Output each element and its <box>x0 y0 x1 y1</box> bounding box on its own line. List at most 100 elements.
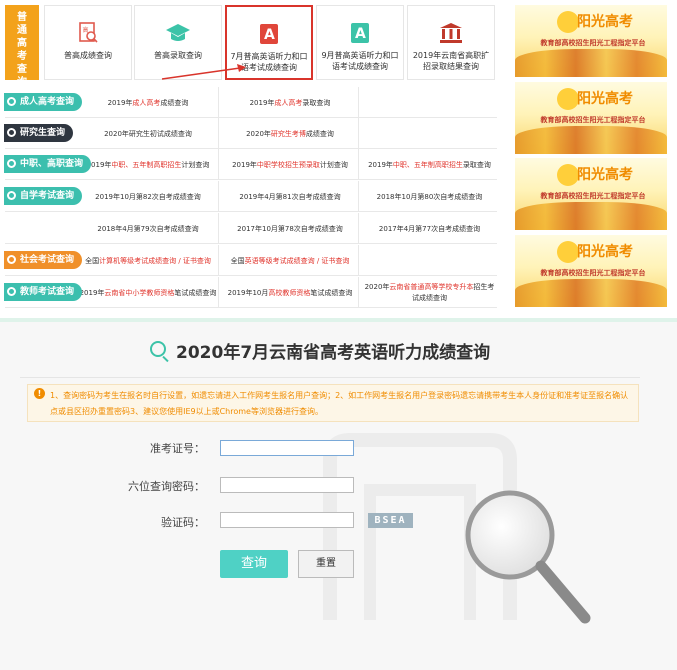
link-text-hl: 成人高考 <box>274 99 303 107</box>
query-link[interactable]: 2019年中职学校招生预录取计划查询 <box>222 160 358 170</box>
sun-icon <box>557 11 579 33</box>
query-link[interactable]: 2019年中职、五年制高职招生录取查询 <box>362 160 497 170</box>
category-main-label: 普通高考查询 <box>5 5 39 88</box>
link-text-pre: 2019年 <box>249 99 275 107</box>
notice-box: ! 1、查询密码为考生在报名时自行设置，如遗忘请进入工作网考生报名用户查询；2、… <box>27 384 639 422</box>
banner-subtitle: 教育部高校招生阳光工程指定平台 <box>540 116 646 124</box>
query-link[interactable]: 2018年4月第79次自考成绩查询 <box>78 224 218 234</box>
query-link[interactable]: 2020年研究生初试成绩查询 <box>78 129 218 139</box>
column-divider <box>358 277 359 308</box>
banner-title: 阳光高考 <box>577 14 633 30</box>
svg-text:A: A <box>355 26 366 42</box>
column-divider <box>218 245 219 276</box>
column-divider <box>358 149 359 180</box>
column-divider <box>218 87 219 118</box>
link-text-hl: 中职学校招生预录取 <box>256 161 320 169</box>
link-text-pre: 2019年10月 <box>227 289 269 297</box>
link-text-post: 录取查询 <box>462 161 491 169</box>
link-text-pre: 2019年4月第81次自考成绩查询 <box>239 193 341 201</box>
link-text-post: 笔试成绩查询 <box>310 289 353 297</box>
page-title: 2020年7月云南省高考英语听力成绩查询 <box>176 343 491 363</box>
column-divider <box>358 213 359 244</box>
column-divider <box>218 213 219 244</box>
link-text-pre: 2018年4月第79次自考成绩查询 <box>97 225 199 233</box>
sunshine-gaokao-banner[interactable]: 阳光高考 教育部高校招生阳光工程指定平台 <box>515 235 667 307</box>
tab-grade-query[interactable]: 高 普高成绩查询 <box>44 5 132 80</box>
category-label-2: 中职、高职查询 <box>4 155 91 173</box>
category-label-text: 自学考试查询 <box>20 191 75 201</box>
column-divider <box>218 277 219 308</box>
link-text-hl: 云南省中小学教师资格 <box>104 289 175 297</box>
leaves-decoration <box>515 126 667 154</box>
link-text-hl: 中职、五年制高职招生 <box>111 161 182 169</box>
query-link[interactable]: 全国计算机等级考试成绩查询 / 证书查询 <box>78 256 218 266</box>
link-text-pre: 2020年研究生初试成绩查询 <box>104 130 192 138</box>
sunshine-gaokao-banner[interactable]: 阳光高考 教育部高校招生阳光工程指定平台 <box>515 5 667 77</box>
tab-vocational-expansion-query[interactable]: 2019年云南省高职扩招录取结果查询 <box>407 5 495 80</box>
query-link[interactable]: 2020年云南省普通高等学校专升本招生考试成绩查询 <box>362 282 497 304</box>
query-link[interactable]: 2019年10月第82次自考成绩查询 <box>78 192 218 202</box>
link-text-post: 笔试成绩查询 <box>174 289 217 297</box>
query-link[interactable]: 2018年10月第80次自考成绩查询 <box>362 192 497 202</box>
link-text-pre: 2018年10月第80次自考成绩查询 <box>376 193 483 201</box>
query-link[interactable]: 2017年10月第78次自考成绩查询 <box>222 224 358 234</box>
column-divider <box>358 118 359 149</box>
sun-icon <box>557 164 579 186</box>
warning-icon: ! <box>34 388 45 399</box>
link-text-pre: 2019年 <box>368 161 393 169</box>
sunshine-gaokao-banner[interactable]: 阳光高考 教育部高校招生阳光工程指定平台 <box>515 158 667 230</box>
link-text-pre: 2020年 <box>246 130 271 138</box>
link-text-pre: 2019年 <box>79 289 105 297</box>
password-input[interactable] <box>220 477 354 493</box>
svg-text:高: 高 <box>83 26 89 34</box>
exam-number-input[interactable] <box>220 440 354 456</box>
link-text-post: 录取查询 <box>302 99 331 107</box>
leaves-decoration <box>515 49 667 77</box>
query-link[interactable]: 全国英语等级考试成绩查询 / 证书查询 <box>222 256 358 266</box>
query-link[interactable]: 2019年4月第81次自考成绩查询 <box>222 192 358 202</box>
institution-icon <box>438 20 464 46</box>
link-text-pre: 全国 <box>230 257 245 265</box>
category-label-text: 中职、高职查询 <box>20 159 84 169</box>
reset-button[interactable]: 重置 <box>298 550 354 578</box>
english-a-icon: A <box>347 20 373 46</box>
query-link[interactable]: 2019年10月高校教师资格笔试成绩查询 <box>222 288 358 298</box>
query-link[interactable]: 2020年研究生考博成绩查询 <box>222 129 358 139</box>
category-label-0: 成人高考查询 <box>4 93 82 111</box>
exam-number-label: 准考证号： <box>150 442 205 455</box>
query-link[interactable]: 2019年中职、五年制高职招生计划查询 <box>78 160 218 170</box>
search-icon <box>7 159 16 168</box>
captcha-image[interactable]: BSEA <box>368 513 413 528</box>
column-divider <box>218 118 219 149</box>
divider <box>20 377 640 378</box>
notice-text: 1、查询密码为考生在报名时自行设置，如遗忘请进入工作网考生报名用户查询；2、如工… <box>50 391 629 416</box>
panel-top-strip <box>0 318 677 322</box>
category-label-text: 研究生查询 <box>20 128 66 138</box>
link-text-post: 成绩查询 <box>305 130 334 138</box>
query-button[interactable]: 查询 <box>220 550 288 578</box>
column-divider <box>218 149 219 180</box>
password-label: 六位查询密码： <box>128 480 205 493</box>
banner-title: 阳光高考 <box>577 167 633 183</box>
link-text-post: 成绩查询 <box>160 99 189 107</box>
captcha-label: 验证码： <box>161 516 205 529</box>
query-link[interactable]: 2019年成人高考成绩查询 <box>78 98 218 108</box>
sunshine-gaokao-banner[interactable]: 阳光高考 教育部高校招生阳光工程指定平台 <box>515 82 667 154</box>
category-label-3: 自学考试查询 <box>4 187 82 205</box>
captcha-input[interactable] <box>220 512 354 528</box>
column-divider <box>358 181 359 212</box>
link-text-hl: 英语等级考试成绩查询 / 证书查询 <box>244 257 350 265</box>
sun-icon <box>557 241 579 263</box>
link-text-pre: 全国 <box>85 257 100 265</box>
query-link[interactable]: 2019年成人高考录取查询 <box>222 98 358 108</box>
category-label-5: 教师考试查询 <box>4 283 82 301</box>
link-text-pre: 2019年 <box>107 99 133 107</box>
query-link[interactable]: 2019年云南省中小学教师资格笔试成绩查询 <box>78 288 218 298</box>
tab-sept-english-query[interactable]: A 9月普高英语听力和口语考试成绩查询 <box>316 5 404 80</box>
query-link[interactable]: 2017年4月第77次自考成绩查询 <box>362 224 497 234</box>
column-divider <box>358 87 359 118</box>
search-icon <box>7 287 16 296</box>
link-text-post: 计划查询 <box>319 161 348 169</box>
link-text-hl: 研究生考博 <box>270 130 306 138</box>
search-icon <box>7 255 16 264</box>
